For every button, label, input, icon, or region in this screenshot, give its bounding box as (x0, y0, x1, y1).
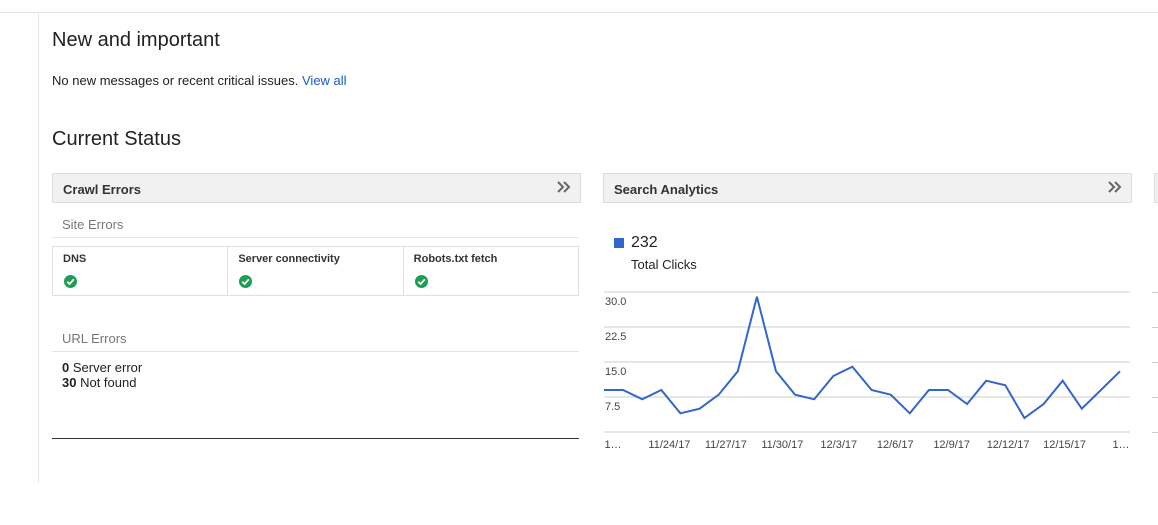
site-error-robots-fetch[interactable]: Robots.txt fetch (404, 247, 578, 295)
legend-swatch (614, 238, 624, 248)
crawl-errors-bottom-rule (52, 438, 579, 439)
double-chevron-right-icon[interactable] (556, 179, 572, 195)
url-error-label: Not found (80, 375, 137, 390)
url-error-label: Server error (72, 360, 143, 375)
x-tick-label: 12/6/17 (877, 439, 914, 451)
double-chevron-right-icon[interactable] (1107, 179, 1123, 195)
crawl-errors-title: Crawl Errors (63, 182, 142, 197)
total-clicks-value: 232 (631, 234, 658, 251)
url-errors-divider (52, 351, 579, 352)
y-tick-label: 30.0 (605, 296, 626, 308)
url-errors-list: 0 Server error 30 Not found (62, 360, 142, 390)
x-tick-label: 11/30/17 (761, 439, 803, 451)
new-messages-summary: No new messages or recent critical issue… (52, 73, 347, 88)
view-all-link[interactable]: View all (302, 73, 347, 88)
x-tick-label: 11/24/17 (648, 439, 690, 451)
search-analytics-header[interactable]: Search Analytics (603, 173, 1132, 203)
y-tick-label: 22.5 (605, 331, 626, 343)
search-analytics-title: Search Analytics (614, 182, 719, 197)
search-analytics-line-chart: 30.0 22.5 15.0 7.5 1… 11/24/17 11/27/17 11/30/1… (604, 291, 1130, 451)
x-tick-label: 11/27/17 (705, 439, 747, 451)
top-divider (0, 12, 1158, 13)
new-and-important-heading: New and important (52, 29, 220, 51)
check-circle-icon (414, 275, 428, 288)
third-card-header-partial[interactable] (1154, 173, 1158, 203)
site-error-server-connectivity[interactable]: Server connectivity (228, 247, 404, 295)
check-circle-icon (64, 275, 77, 288)
url-error-count: 0 (62, 360, 70, 375)
x-tick-label: 1… (1112, 439, 1129, 451)
site-error-label: DNS (63, 253, 87, 265)
site-errors-divider (52, 237, 579, 238)
no-messages-text: No new messages or recent critical issue… (52, 73, 299, 88)
site-errors-table: DNS Server connectivity Robots.txt fetch (52, 246, 579, 296)
third-card-chart-partial (1152, 292, 1158, 433)
x-tick-label: 12/9/17 (933, 439, 970, 451)
url-errors-label: URL Errors (62, 331, 127, 346)
site-errors-label: Site Errors (62, 217, 124, 232)
check-circle-icon (239, 275, 253, 288)
x-tick-label: 1… (604, 439, 621, 451)
site-error-label: Robots.txt fetch (413, 253, 498, 265)
x-tick-label: 12/12/17 (987, 439, 1030, 451)
crawl-errors-header[interactable]: Crawl Errors (52, 173, 581, 203)
y-tick-label: 15.0 (605, 366, 626, 378)
current-status-heading: Current Status (52, 128, 181, 150)
x-tick-label: 12/3/17 (820, 439, 857, 451)
site-error-dns[interactable]: DNS (53, 247, 229, 295)
series-line-total-clicks[interactable] (604, 296, 1121, 420)
left-divider (38, 13, 39, 483)
site-error-label: Server connectivity (238, 253, 340, 265)
url-error-not-found[interactable]: 30 Not found (62, 375, 142, 390)
url-error-server-error[interactable]: 0 Server error (62, 360, 142, 375)
x-tick-label: 12/15/17 (1043, 439, 1086, 451)
y-tick-label: 7.5 (605, 401, 620, 413)
url-error-count: 30 (62, 375, 77, 390)
total-clicks-label: Total Clicks (631, 257, 697, 272)
